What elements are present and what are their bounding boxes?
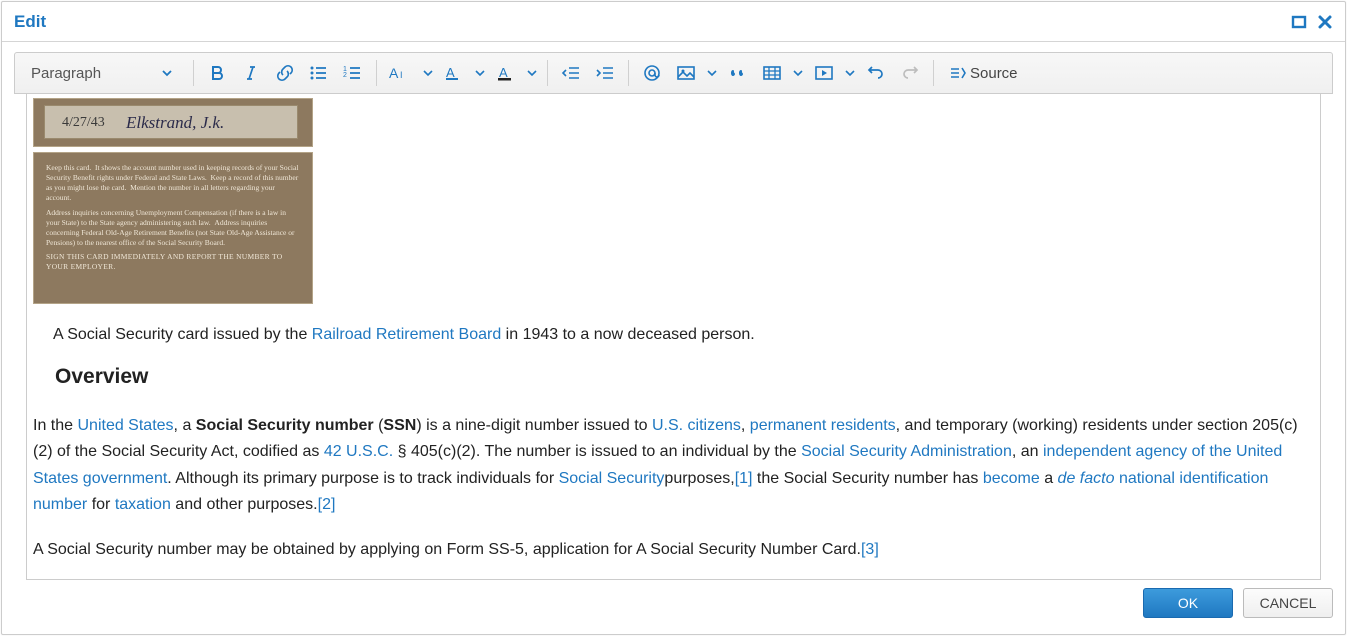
style-select-label: Paragraph <box>31 65 101 82</box>
cancel-button[interactable]: CANCEL <box>1243 588 1333 618</box>
link-social-security[interactable]: Social Security <box>559 470 665 487</box>
content-image-card-back: Keep this card. It shows the account num… <box>33 152 313 304</box>
paragraph-1: In the United States, a Social Security … <box>33 413 1314 519</box>
link-de-facto[interactable]: de facto <box>1058 470 1115 487</box>
svg-text:I: I <box>400 70 403 80</box>
heading-overview: Overview <box>55 360 1314 395</box>
link-ssa[interactable]: Social Security Administration <box>801 443 1012 460</box>
media-button[interactable] <box>809 58 839 88</box>
chevron-down-icon <box>707 68 717 78</box>
font-background-chevron[interactable] <box>473 58 487 88</box>
svg-text:A: A <box>499 65 508 80</box>
image-chevron[interactable] <box>705 58 719 88</box>
bulleted-list-button[interactable] <box>304 58 334 88</box>
chevron-down-icon <box>423 68 433 78</box>
bold-button[interactable] <box>202 58 232 88</box>
font-background-button[interactable]: A <box>439 58 469 88</box>
svg-text:A: A <box>446 65 455 80</box>
image-caption: A Social Security card issued by the Rai… <box>53 322 1314 348</box>
image-button[interactable] <box>671 58 701 88</box>
editor-toolbar: Paragraph 12 AI <box>14 52 1333 94</box>
svg-text:A: A <box>389 65 399 81</box>
content-image-card-front: 4/27/43 Elkstrand, J.k. <box>33 98 313 147</box>
ref-1[interactable]: [1] <box>735 470 753 487</box>
chevron-down-icon <box>161 67 173 79</box>
numbered-list-button[interactable]: 12 <box>338 58 368 88</box>
maximize-icon[interactable] <box>1291 14 1307 30</box>
source-icon <box>948 64 966 82</box>
redo-button[interactable] <box>895 58 925 88</box>
indent-button[interactable] <box>590 58 620 88</box>
card-signature: Elkstrand, J.k. <box>126 109 224 137</box>
font-color-button[interactable]: A <box>491 58 521 88</box>
font-color-chevron[interactable] <box>525 58 539 88</box>
ok-button[interactable]: OK <box>1143 588 1233 618</box>
chevron-down-icon <box>793 68 803 78</box>
editor-area[interactable]: 4/27/43 Elkstrand, J.k. Keep this card. … <box>26 94 1321 580</box>
font-size-button[interactable]: AI <box>385 58 417 88</box>
link-permanent-residents[interactable]: permanent residents <box>750 417 896 434</box>
link-button[interactable] <box>270 58 300 88</box>
table-button[interactable] <box>757 58 787 88</box>
edit-dialog: Edit Paragraph <box>1 1 1346 635</box>
card-date: 4/27/43 <box>62 111 105 134</box>
svg-text:2: 2 <box>343 72 347 79</box>
undo-button[interactable] <box>861 58 891 88</box>
blockquote-button[interactable] <box>723 58 753 88</box>
dialog-footer: OK CANCEL <box>2 580 1345 628</box>
link-us-citizens[interactable]: U.S. citizens <box>652 417 741 434</box>
dialog-title: Edit <box>14 12 46 32</box>
outdent-button[interactable] <box>556 58 586 88</box>
chevron-down-icon <box>475 68 485 78</box>
italic-button[interactable] <box>236 58 266 88</box>
close-icon[interactable] <box>1317 14 1333 30</box>
link-railroad-board[interactable]: Railroad Retirement Board <box>312 326 501 343</box>
chevron-down-icon <box>527 68 537 78</box>
source-button[interactable]: Source <box>942 58 1024 88</box>
link-taxation[interactable]: taxation <box>115 496 171 513</box>
dialog-header: Edit <box>2 2 1345 42</box>
paragraph-2: A Social Security number may be obtained… <box>33 537 1314 563</box>
media-chevron[interactable] <box>843 58 857 88</box>
ref-3[interactable]: [3] <box>861 541 879 558</box>
ref-2[interactable]: [2] <box>318 496 336 513</box>
font-size-chevron[interactable] <box>421 58 435 88</box>
style-select[interactable]: Paragraph <box>21 58 183 88</box>
mention-button[interactable] <box>637 58 667 88</box>
table-chevron[interactable] <box>791 58 805 88</box>
link-become[interactable]: become <box>983 470 1040 487</box>
chevron-down-icon <box>845 68 855 78</box>
source-label: Source <box>970 65 1018 82</box>
link-42-usc[interactable]: 42 U.S.C. <box>324 443 393 460</box>
link-united-states[interactable]: United States <box>77 417 173 434</box>
